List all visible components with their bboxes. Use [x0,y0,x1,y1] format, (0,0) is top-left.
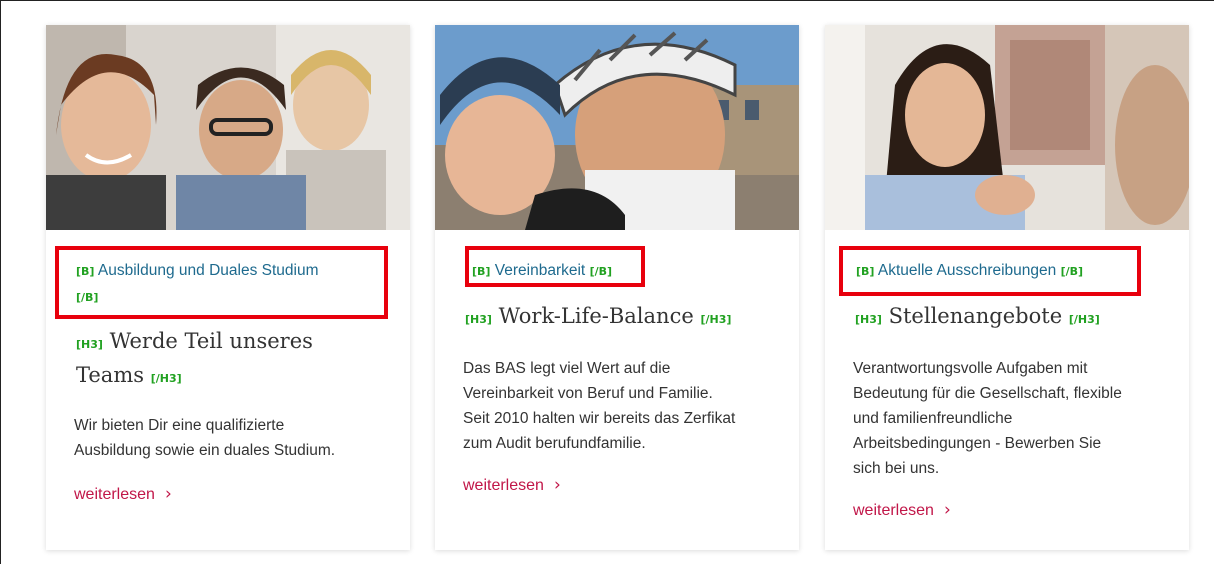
card-text-line: und familienfreundliche [853,410,1013,427]
read-more-label: weiterlesen [463,477,544,494]
markup-b-open: [B] [76,265,95,278]
card-text-line: Verantwortungsvolle Aufgaben mit [853,360,1088,377]
read-more-label: weiterlesen [74,486,155,503]
chevron-right-icon: › [943,500,951,520]
card-text-line: sich bei uns. [853,460,940,477]
card-text-line: Bedeutung für die Gesellschaft, flexible [853,385,1122,402]
markup-h3-close: [/H3] [150,372,182,385]
markup-b-close: [/B] [76,291,99,304]
card-heading-line1: Stellenangebote [888,304,1063,328]
card-heading: [H3] Work-Life-Balance [/H3] [465,301,795,335]
markup-h3-open: [H3] [76,338,103,351]
read-more-link[interactable]: weiterlesen › [463,474,561,497]
markup-h3-close: [/H3] [1068,313,1100,326]
markup-h3-open: [H3] [465,313,492,326]
markup-b-open: [B] [856,265,875,278]
card-heading-line1: Werde Teil unseres [109,329,313,353]
card-text: Das BAS legt viel Wert auf die Vereinbar… [463,356,799,456]
markup-b-close: [/B] [589,265,613,278]
card-heading: [H3] Stellenangebote [/H3] [855,301,1185,335]
card-image-students [46,25,410,230]
card-tag-label: Ausbildung und Duales Studium [97,262,319,279]
read-more-link[interactable]: weiterlesen › [853,499,951,522]
markup-b-close: [/B] [1060,265,1084,278]
card-ausbildung: [B] Ausbildung und Duales Studium [/B] [… [46,25,410,550]
card-heading-line2: Teams [76,363,145,387]
card-text-line: Arbeitsbedingungen - Bewerben Sie [853,435,1102,452]
read-more-link[interactable]: weiterlesen › [74,483,172,506]
card-text-line: Ausbildung sowie ein duales Studium. [74,442,336,459]
card-tag[interactable]: [B] Aktuelle Ausschreibungen [/B] [856,258,1146,284]
chevron-right-icon: › [164,484,172,504]
teaser-cards: [B] Ausbildung und Duales Studium [/B] [… [46,25,1190,550]
card-text-line: Das BAS legt viel Wert auf die [463,360,671,377]
card-stellenangebote: [B] Aktuelle Ausschreibungen [/B] [H3] S… [825,25,1189,550]
card-tag-label: Vereinbarkeit [494,262,586,279]
card-heading-line1: Work-Life-Balance [498,304,694,328]
card-text-line: zum Audit berufundfamilie. [463,435,646,452]
markup-b-open: [B] [472,265,491,278]
card-tag-label: Aktuelle Ausschreibungen [877,262,1057,279]
chevron-right-icon: › [553,475,561,495]
card-text: Verantwortungsvolle Aufgaben mit Bedeutu… [853,356,1189,481]
read-more-label: weiterlesen [853,502,934,519]
card-image-business-woman [825,25,1189,230]
card-image-father-child [435,25,799,230]
card-text-line: Vereinbarkeit von Beruf und Familie. [463,385,713,402]
card-text-line: Seit 2010 halten wir bereits das Zerfika… [463,410,736,427]
markup-h3-close: [/H3] [700,313,732,326]
card-vereinbarkeit: [B] Vereinbarkeit [/B] [H3] Work-Life-Ba… [435,25,799,550]
card-text: Wir bieten Dir eine qualifizierte Ausbil… [74,413,404,463]
card-text-line: Wir bieten Dir eine qualifizierte [74,417,285,434]
card-heading: [H3] Werde Teil unseres Teams [/H3] [76,326,396,394]
card-tag[interactable]: [B] Vereinbarkeit [/B] [472,258,652,284]
markup-h3-open: [H3] [855,313,882,326]
card-tag[interactable]: [B] Ausbildung und Duales Studium [/B] [76,258,376,310]
